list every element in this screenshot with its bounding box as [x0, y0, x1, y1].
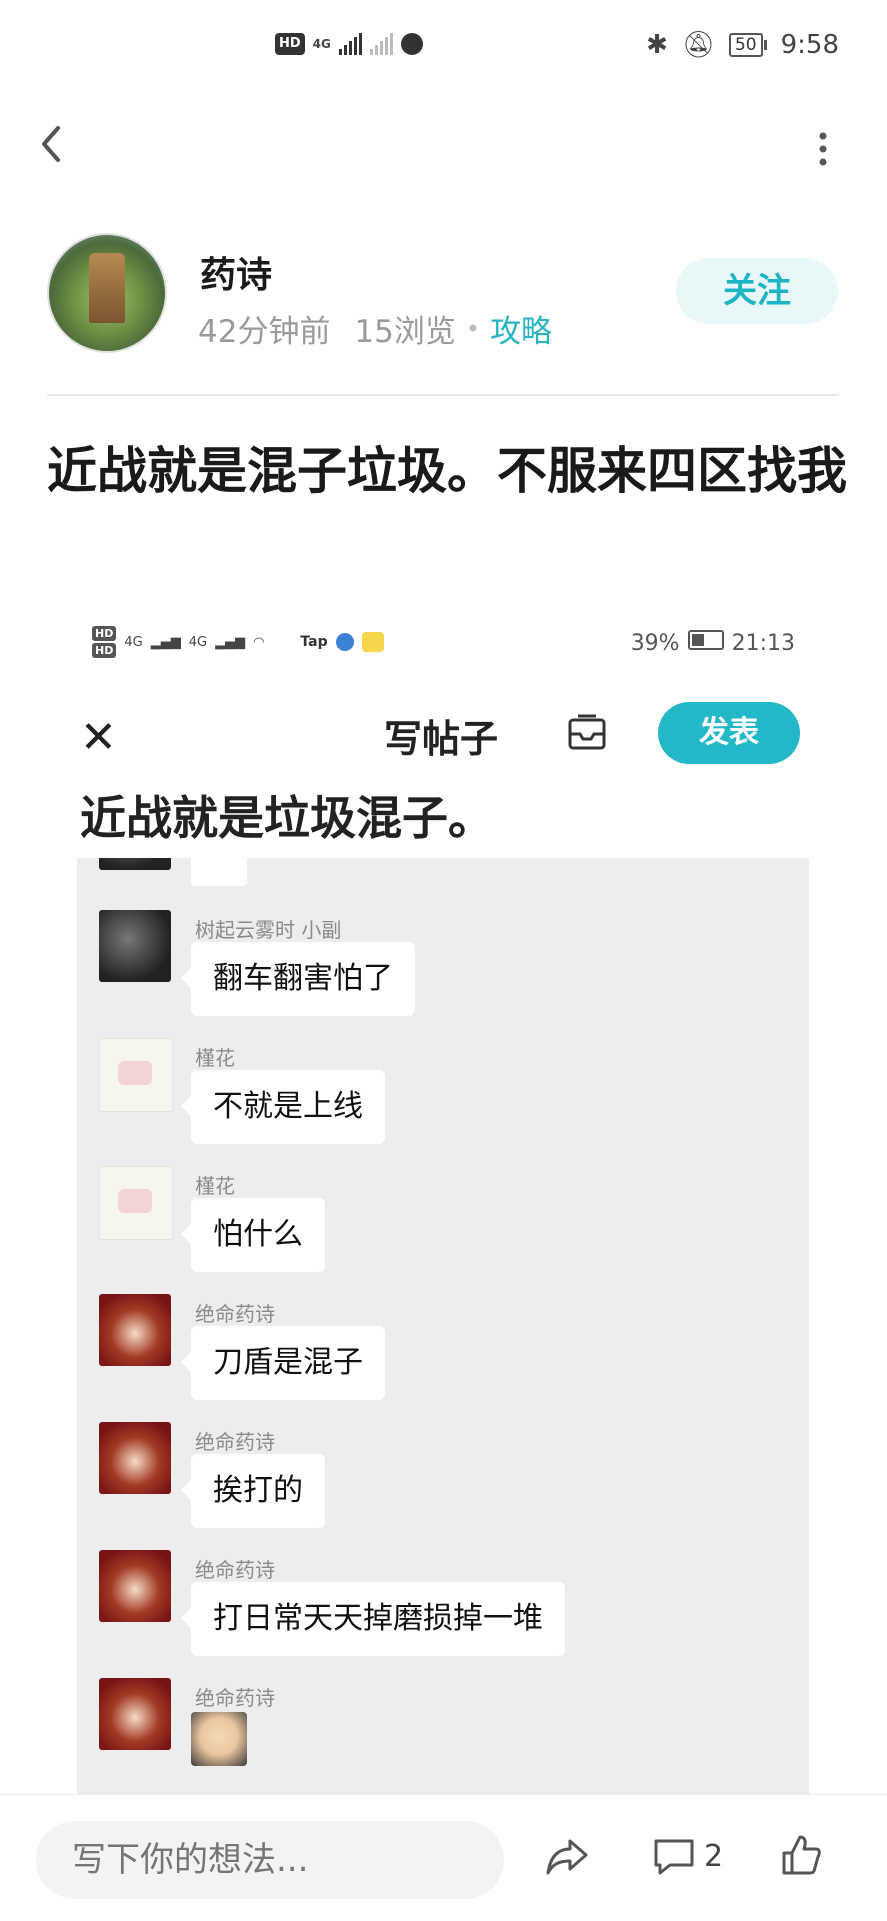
embedded-battery-percent: 39% — [630, 630, 680, 656]
battery-icon: 50 — [728, 33, 767, 57]
post-meta: 42分钟前 15浏览 • 攻略 — [198, 306, 552, 351]
chat-bubble: 刀盾是混子 — [181, 1326, 385, 1400]
more-options-icon[interactable] — [818, 132, 828, 166]
chat-avatar — [99, 1550, 171, 1622]
embedded-signal-2-icon: ▂▄▆ — [215, 634, 246, 650]
signal-icon — [338, 33, 362, 55]
view-count: 15浏览 — [354, 314, 456, 350]
comment-input[interactable] — [36, 1821, 504, 1899]
sticker-image — [191, 858, 247, 886]
status-right: ✱ 🔕︎ 50 9:58 — [646, 30, 839, 60]
chat-sender: 绝命药诗 — [195, 1686, 275, 1710]
embedded-network-2: 4G — [188, 634, 208, 650]
write-post-title: 写帖子 — [384, 717, 499, 761]
separator-dot: • — [465, 314, 481, 343]
embedded-post-title: 近战就是垃圾混子。 — [80, 791, 494, 845]
thumbs-up-icon[interactable] — [780, 1833, 822, 1877]
embedded-battery-icon — [687, 630, 724, 656]
divider — [47, 394, 839, 396]
chat-bubble: 不就是上线 — [181, 1070, 385, 1144]
chat-sender: 绝命药诗 — [195, 1558, 275, 1582]
embedded-clock: 21:13 — [731, 630, 795, 656]
chat-sender: 槿花 — [195, 1046, 235, 1070]
tap-app-icon: Tap — [300, 634, 328, 650]
chat-avatar — [99, 1038, 173, 1112]
chat-sender: 绝命药诗 — [195, 1302, 275, 1326]
follow-button[interactable]: 关注 — [676, 258, 838, 324]
battery-level: 50 — [728, 33, 763, 57]
post-image[interactable]: HD HD 4G ▂▄▆ 4G ▂▄▆ ◠ Tap 39% 21:13 ✕ 写帖… — [0, 604, 887, 1794]
chat-bubble: 怕什么 — [181, 1198, 325, 1272]
globe-icon — [400, 33, 423, 55]
back-arrow-icon[interactable] — [36, 122, 66, 166]
publish-button: 发表 — [658, 702, 800, 764]
chat-avatar — [99, 1422, 171, 1494]
status-bar: HD 4G ✱ 🔕︎ 50 9:58 — [0, 0, 887, 100]
sticker-image — [191, 1712, 247, 1766]
drafts-icon — [568, 714, 606, 750]
embedded-hd-badge-1: HD — [92, 626, 117, 641]
chat-bubble: 打日常天天掉磨损掉一堆 — [181, 1582, 565, 1656]
chat-screenshot: 树起云雾时 小副 翻车翻害怕了 槿花 不就是上线 槿花 怕什么 绝命药诗 刀盾是… — [77, 858, 809, 1794]
chat-avatar — [99, 858, 171, 870]
chat-sender: 绝命药诗 — [195, 1430, 275, 1454]
category-tag[interactable]: 攻略 — [490, 306, 552, 351]
embedded-network-1: 4G — [124, 634, 143, 650]
status-indicators: HD 4G — [275, 33, 423, 55]
embedded-status-left: HD HD 4G ▂▄▆ 4G ▂▄▆ ◠ Tap — [92, 626, 384, 658]
embedded-hd-badge-2: HD — [92, 643, 117, 658]
chat-avatar — [99, 1166, 173, 1240]
comment-count: 2 — [704, 1839, 724, 1874]
share-icon[interactable] — [544, 1835, 590, 1877]
chat-sender: 树起云雾时 小副 — [195, 918, 342, 942]
embedded-signal-icon: ▂▄▆ — [150, 634, 181, 650]
close-icon: ✕ — [80, 712, 117, 763]
author-name[interactable]: 药诗 — [200, 246, 272, 298]
network-type: 4G — [312, 37, 331, 51]
chat-avatar — [99, 1678, 171, 1750]
clock: 9:58 — [780, 30, 839, 60]
browser-icon — [335, 633, 354, 651]
hd-badge: HD — [275, 33, 305, 55]
chat-bubble: 挨打的 — [181, 1454, 325, 1528]
chat-avatar — [99, 1294, 171, 1366]
chat-bubble: 翻车翻害怕了 — [181, 942, 415, 1016]
embedded-wifi-icon: ◠ — [253, 634, 265, 650]
post-title: 近战就是混子垃圾。不服来四区找我 — [47, 442, 847, 500]
weibo-icon — [361, 632, 384, 652]
chat-sender: 槿花 — [195, 1174, 235, 1198]
bluetooth-icon: ✱ — [646, 30, 668, 60]
comment-icon[interactable] — [652, 1835, 696, 1877]
bottom-action-bar: 2 — [0, 1794, 887, 1921]
mute-bell-icon: 🔕︎ — [681, 30, 715, 60]
embedded-status-right: 39% 21:13 — [631, 630, 795, 656]
chat-avatar — [99, 910, 171, 982]
post-time: 42分钟前 — [198, 314, 331, 350]
signal-2-icon — [369, 33, 393, 55]
author-avatar[interactable] — [47, 233, 167, 353]
